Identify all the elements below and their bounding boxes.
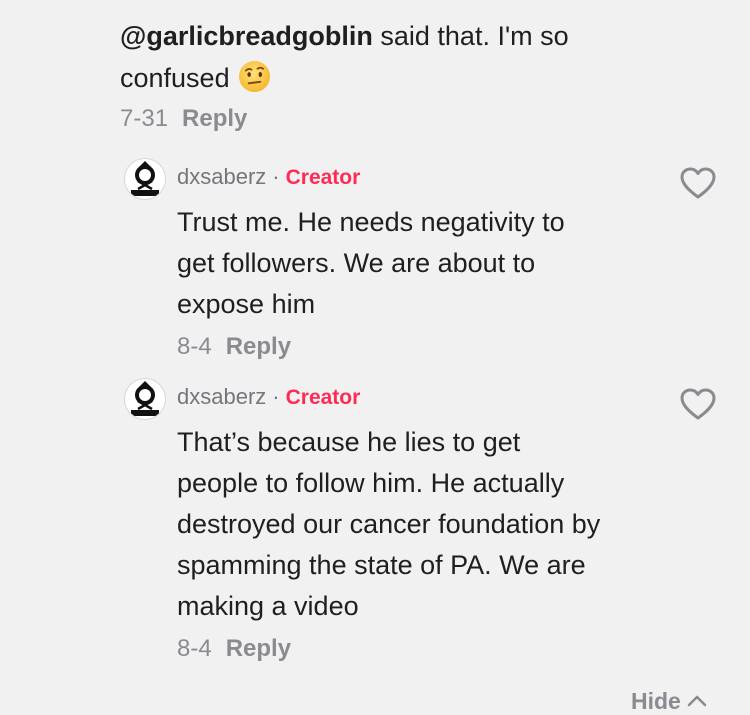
comment-body: Trust me. He needs negativity to get fol… [177,202,657,325]
username-link[interactable]: dxsaberz [177,384,266,409]
sabers-logo-icon [131,161,159,196]
comment-text-line1: said that. I'm so [372,21,569,51]
parent-comment-text: @garlicbreadgoblin said that. I'm so con… [120,15,640,99]
comment-text-line2: confused [120,63,230,93]
separator-dot: · [272,164,280,189]
mention-link[interactable]: @garlicbreadgoblin [120,21,373,51]
comment-date: 7-31 [120,105,169,132]
sabers-logo-icon [131,381,159,416]
username-link[interactable]: dxsaberz [177,164,266,189]
comment-line: destroyed our cancer foundation by [177,509,601,539]
hide-label: Hide [631,688,681,714]
creator-badge: Creator [285,386,361,409]
comment-line: making a video [177,591,359,621]
comment-line: Trust me. He needs negativity to [177,207,565,237]
separator-dot: · [272,384,280,409]
avatar[interactable] [124,158,166,200]
comment-meta: 8-4 Reply [177,333,291,361]
comment-header: dxsaberz · Creator [177,384,360,410]
avatar[interactable] [124,378,166,420]
reply-button[interactable]: Reply [226,635,291,662]
comment-line: get followers. We are about to [177,248,536,278]
comment-date: 8-4 [177,333,212,360]
comment-line: That’s because he lies to get [177,427,521,457]
heart-outline-icon[interactable] [679,387,717,421]
comment-meta: 8-4 Reply [177,635,291,663]
creator-badge: Creator [285,166,361,189]
parent-comment-meta: 7-31 Reply [120,105,247,133]
comment-date: 8-4 [177,635,212,662]
heart-outline-icon[interactable] [679,166,717,200]
reply-button[interactable]: Reply [226,333,291,360]
comment-line: expose him [177,289,316,319]
comment-body: That’s because he lies to get people to … [177,422,697,627]
reply-button[interactable]: Reply [182,105,247,132]
comment-line: people to follow him. He actually [177,468,565,498]
chevron-up-icon [687,695,707,707]
raised-eyebrow-emoji-icon [238,60,271,93]
comment-line: spamming the state of PA. We are [177,550,586,580]
comment-header: dxsaberz · Creator [177,164,360,190]
